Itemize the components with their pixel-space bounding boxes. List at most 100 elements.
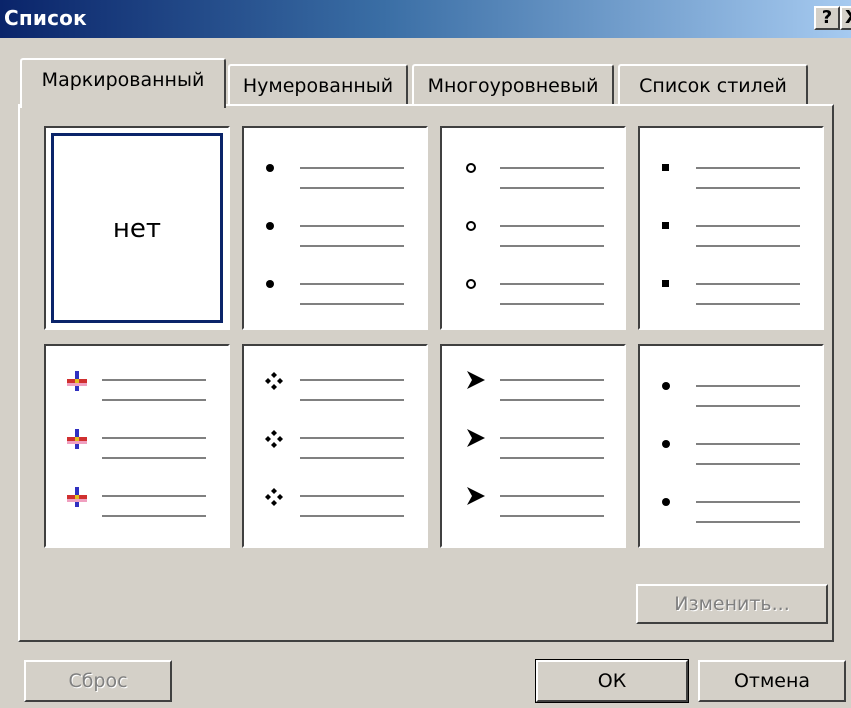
bullet-option-dot-alt[interactable] [638, 344, 824, 548]
tab-label-bulleted: Маркированный [41, 69, 205, 91]
text-line [102, 457, 206, 459]
text-line [300, 379, 404, 381]
list-item [244, 272, 426, 312]
text-line [696, 167, 800, 169]
list-item [46, 426, 228, 466]
text-line [300, 245, 404, 247]
list-item [640, 272, 822, 312]
square-bullet-icon [662, 164, 669, 171]
list-item [46, 368, 228, 408]
list-item [442, 214, 624, 254]
square-bullet-icon [662, 280, 669, 287]
text-line [500, 245, 604, 247]
circle-bullet-icon [466, 279, 476, 289]
text-line [300, 399, 404, 401]
text-line [102, 515, 206, 517]
four-diamond-bullet-icon [265, 488, 283, 506]
list-item [640, 432, 822, 472]
text-line [696, 245, 800, 247]
text-line [696, 225, 800, 227]
text-line [102, 399, 206, 401]
modify-button[interactable]: Изменить... [636, 584, 828, 624]
text-line [300, 515, 404, 517]
title-bar[interactable]: Список ? X [0, 0, 851, 38]
text-line [500, 437, 604, 439]
circle-bullet-icon [466, 163, 476, 173]
list-item [640, 374, 822, 414]
tab-list-styles[interactable]: Список стилей [618, 64, 808, 104]
text-line [500, 399, 604, 401]
picture-cross-bullet-icon [67, 487, 87, 507]
bullet-option-arrowhead[interactable] [440, 344, 626, 548]
bullet-option-none[interactable]: нет [44, 126, 230, 330]
picture-cross-bullet-icon [67, 371, 87, 391]
list-item [442, 368, 624, 408]
text-line [500, 283, 604, 285]
list-item [244, 214, 426, 254]
bullet-option-dot[interactable] [242, 126, 428, 330]
list-item [442, 272, 624, 312]
four-diamond-bullet-icon [265, 430, 283, 448]
text-line [696, 443, 800, 445]
text-line [102, 379, 206, 381]
text-line [300, 437, 404, 439]
text-line [696, 385, 800, 387]
none-label: нет [112, 214, 162, 244]
tab-outline-numbered[interactable]: Многоуровневый [412, 64, 614, 104]
arrowhead-bullet-icon [467, 371, 485, 389]
tab-numbered[interactable]: Нумерованный [228, 64, 408, 104]
text-line [696, 463, 800, 465]
text-line [696, 187, 800, 189]
text-line [696, 501, 800, 503]
list-item [442, 426, 624, 466]
close-button[interactable]: X [840, 6, 851, 30]
text-line [500, 167, 604, 169]
bullet-option-four-diamond[interactable] [242, 344, 428, 548]
text-line [300, 457, 404, 459]
list-item [244, 484, 426, 524]
text-line [300, 167, 404, 169]
list-item [244, 156, 426, 196]
tab-label-list-styles: Список стилей [639, 75, 787, 97]
reset-button[interactable]: Сброс [24, 660, 172, 702]
dot-bullet-icon [266, 222, 274, 230]
text-line [500, 457, 604, 459]
text-line [500, 379, 604, 381]
text-line [300, 225, 404, 227]
text-line [500, 225, 604, 227]
list-item [244, 368, 426, 408]
help-button[interactable]: ? [814, 6, 840, 30]
cancel-button[interactable]: Отмена [698, 660, 846, 702]
tab-bulleted[interactable]: Маркированный [20, 58, 226, 108]
arrowhead-bullet-icon [467, 487, 485, 505]
text-line [696, 303, 800, 305]
text-line [500, 187, 604, 189]
text-line [696, 283, 800, 285]
list-item [442, 484, 624, 524]
text-line [102, 437, 206, 439]
text-line [696, 521, 800, 523]
list-item [46, 484, 228, 524]
square-bullet-icon [662, 222, 669, 229]
ok-button[interactable]: ОК [535, 659, 689, 703]
text-line [500, 495, 604, 497]
list-item [640, 156, 822, 196]
text-line [300, 303, 404, 305]
dot-bullet-icon [662, 498, 670, 506]
bullet-option-square[interactable] [638, 126, 824, 330]
circle-bullet-icon [466, 221, 476, 231]
text-line [300, 283, 404, 285]
text-line [300, 187, 404, 189]
bullet-option-circle[interactable] [440, 126, 626, 330]
picture-cross-bullet-icon [67, 429, 87, 449]
dot-bullet-icon [662, 382, 670, 390]
text-line [300, 495, 404, 497]
list-item [244, 426, 426, 466]
bullet-option-picture-cross[interactable] [44, 344, 230, 548]
text-line [102, 495, 206, 497]
text-line [696, 405, 800, 407]
text-line [500, 303, 604, 305]
arrowhead-bullet-icon [467, 429, 485, 447]
tab-label-numbered: Нумерованный [242, 75, 394, 97]
list-item [442, 156, 624, 196]
